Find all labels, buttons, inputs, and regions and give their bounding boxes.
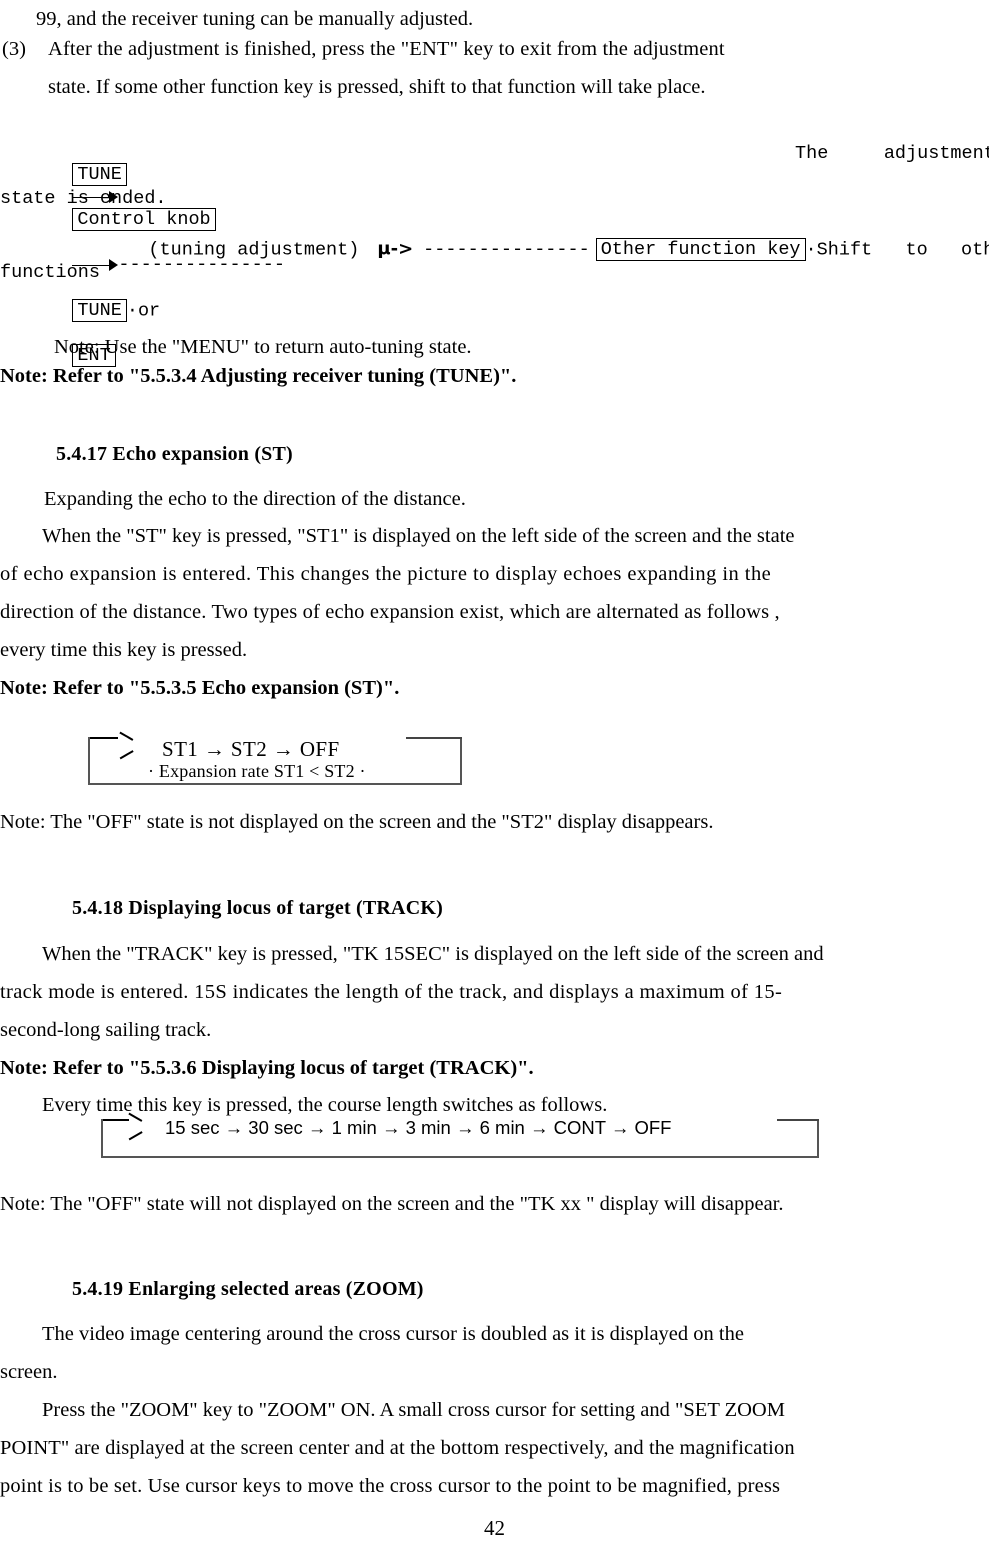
zoom-para-1-line-1: The video image centering around the cro… — [42, 1323, 744, 1345]
heading-5-4-17: 5.4.17 Echo expansion (ST) — [56, 443, 293, 465]
track-loop-top-left-segment — [101, 1119, 129, 1121]
loop-left-edge — [88, 737, 90, 785]
track-loop-right-edge — [817, 1119, 819, 1158]
st-para-1: Expanding the echo to the direction of t… — [44, 488, 466, 510]
heading-5-4-19: 5.4.19 Enlarging selected areas (ZOOM) — [72, 1278, 424, 1300]
st-sequence-subtext: · Expansion rate ST1 < ST2 · — [148, 761, 366, 781]
zoom-para-2-line-2: POINT" are displayed at the screen cente… — [0, 1437, 795, 1459]
page-number: 42 — [484, 1516, 505, 1540]
zoom-para-2: Press the "ZOOM" key to "ZOOM" ON. A sma… — [0, 1391, 989, 1505]
st-para-2: When the "ST" key is pressed, "ST1" is d… — [0, 517, 989, 669]
track-para-line-3: second-long sailing track. — [0, 1019, 212, 1041]
shift-text: ·Shift to other — [805, 239, 989, 261]
or-label: ·or — [126, 300, 161, 322]
st-para-2-line-3: direction of the distance. Two types of … — [0, 601, 780, 623]
mu-arrow-label: μ-> — [377, 238, 414, 260]
tune-flow-row-2: state is ended. — [0, 188, 167, 209]
zoom-para-1-line-2: screen. — [0, 1361, 58, 1383]
track-para: When the "TRACK" key is pressed, "TK 15S… — [0, 935, 989, 1049]
loop-right-edge — [460, 737, 462, 785]
track-para-line-1: When the "TRACK" key is pressed, "TK 15S… — [42, 943, 824, 965]
other-function-key-box[interactable]: Other function key — [595, 238, 806, 261]
loop-top-left-segment — [88, 737, 118, 739]
zoom-para-2-line-1: Press the "ZOOM" key to "ZOOM" ON. A sma… — [42, 1399, 785, 1421]
tuning-adjustment-label: (tuning adjustment) — [148, 239, 360, 261]
item-3-line-1: After the adjustment is finished, press … — [48, 38, 725, 60]
track-para-line-2: track mode is entered. 15S indicates the… — [0, 981, 783, 1003]
track-loop-left-edge — [101, 1119, 103, 1158]
tune-flow-row-3: (tuning adjustment) μ-> --------------- Oth… — [104, 216, 989, 283]
key-tune-box[interactable]: TUNE — [72, 163, 127, 186]
st-sequence-text: ST1 → ST2 → OFF — [162, 737, 340, 761]
tune-flow-trailing-text: The adjustment — [795, 143, 989, 164]
zoom-para-1: The video image centering around the cro… — [0, 1315, 989, 1391]
key-tune-box-2[interactable]: TUNE — [72, 298, 127, 322]
track-loop-top-right-segment — [777, 1119, 819, 1121]
st-para-2-line-2: of echo expansion is entered. This chang… — [0, 563, 772, 585]
zoom-para-2-line-3: point is to be set. Use cursor keys to m… — [0, 1475, 781, 1497]
loop-top-right-segment — [406, 737, 462, 739]
track-arrow-head-icon — [127, 1118, 140, 1132]
refer-note-tune: Note: Refer to "5.5.3.4 Adjusting receiv… — [0, 365, 517, 387]
arrow-head-icon — [118, 737, 131, 753]
track-loop-bottom-edge — [101, 1156, 819, 1158]
list-marker-3: (3) — [2, 38, 26, 60]
st-off-note: Note: The "OFF" state is not displayed o… — [0, 811, 714, 833]
track-sequence-text: 15 sec → 30 sec → 1 min → 3 min → 6 min … — [165, 1117, 672, 1138]
st-para-2-line-4: every time this key is pressed. — [0, 639, 248, 661]
dashed-connector-2: --------------- — [423, 238, 590, 260]
item-3-line-2: state. If some other function key is pre… — [48, 76, 706, 98]
st-para-2-line-1: When the "ST" key is pressed, "ST1" is d… — [42, 525, 795, 547]
loop-bottom-edge — [88, 783, 462, 785]
track-off-note: Note: The "OFF" state will not displayed… — [0, 1193, 784, 1215]
refer-note-track: Note: Refer to "5.5.3.6 Displaying locus… — [0, 1057, 534, 1079]
tune-flow-row-4: functions — [0, 262, 100, 283]
document-page: 99, and the receiver tuning can be manua… — [0, 0, 989, 1554]
refer-note-st: Note: Refer to "5.5.3.5 Echo expansion (… — [0, 677, 400, 699]
heading-5-4-18: 5.4.18 Displaying locus of target (TRACK… — [72, 897, 443, 919]
